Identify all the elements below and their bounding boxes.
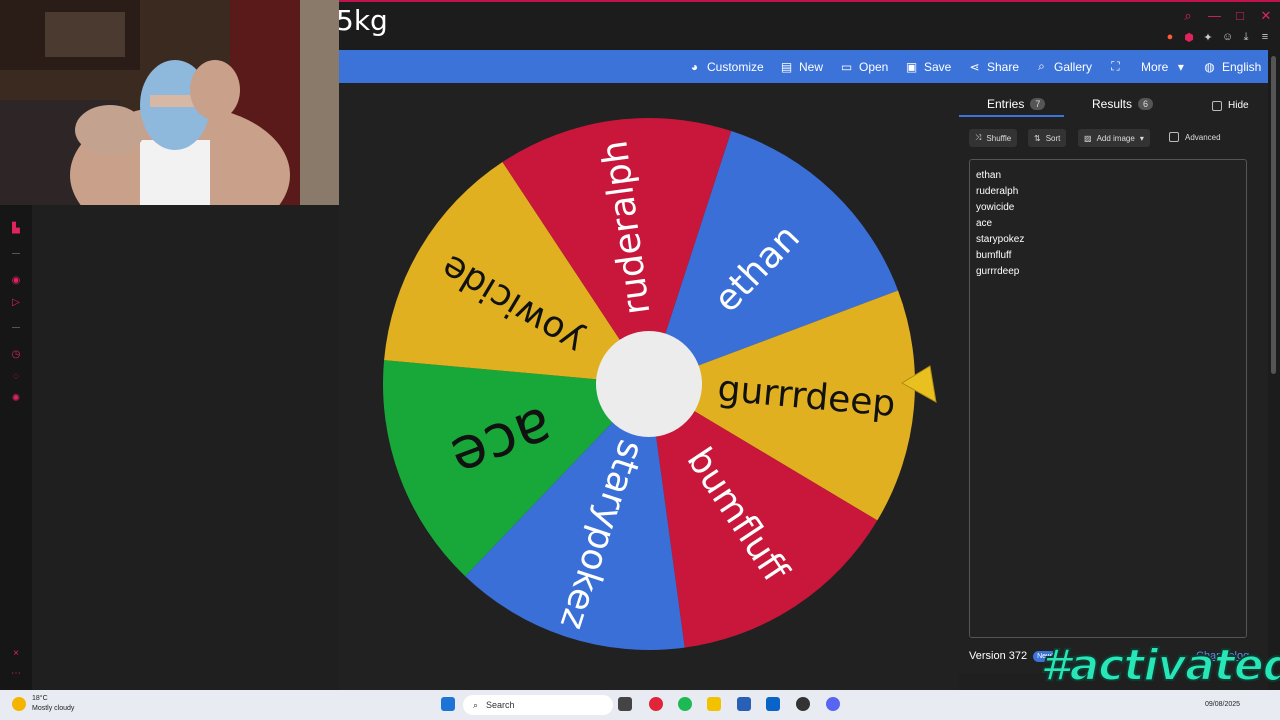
entry-line: starypokez	[976, 234, 1025, 245]
entries-panel: Entries 7 Results 6 Hide ⤨ Shuffle ⇅ Sor…	[959, 83, 1268, 673]
wheel-center-hub[interactable]	[596, 331, 702, 437]
taskbar-search[interactable]: ⌕ Search	[463, 695, 613, 715]
start-icon[interactable]	[441, 697, 455, 711]
shuffle-button[interactable]: ⤨ Shuffle	[969, 129, 1018, 147]
opera-icon[interactable]	[649, 697, 663, 711]
left-sidebar: ▙ ◉ ▷ ◷ ◌ ✺ × ⋯	[0, 205, 32, 690]
search-icon: ⌕	[473, 699, 479, 710]
weather-widget[interactable]: 18°C Mostly cloudy	[12, 694, 74, 714]
clock-icon[interactable]: ◷	[10, 349, 22, 361]
hide-checkbox[interactable]: Hide	[1212, 100, 1249, 111]
entry-line: gurrrdeep	[976, 266, 1020, 277]
webcam-image	[0, 0, 339, 205]
obs-icon[interactable]	[796, 697, 810, 711]
screen: 5kg ⌕ — □ ✕ ● ⬢ ✦ ☺ ⤓ ≡ ◕ Customize ▤ Ne…	[0, 0, 1280, 720]
advanced-checkbox[interactable]: Advanced	[1169, 132, 1221, 142]
play-icon[interactable]: ▷	[10, 297, 22, 309]
sort-button[interactable]: ⇅ Sort	[1028, 129, 1067, 147]
page-scrollbar[interactable]	[1268, 50, 1280, 690]
entry-line: ace	[976, 218, 993, 229]
entry-line: ethan	[976, 170, 1002, 181]
record-icon[interactable]: ◉	[10, 275, 22, 287]
twitch-icon[interactable]: ▙	[10, 223, 22, 235]
more-icon[interactable]: ⋯	[10, 668, 22, 680]
entry-line: ruderalph	[976, 186, 1019, 197]
weather-icon	[12, 697, 26, 711]
checkbox-icon	[1169, 132, 1179, 142]
entries-textarea[interactable]: ethan ruderalph yowicide ace starypokez …	[969, 159, 1247, 638]
gear-icon[interactable]: ✺	[10, 393, 22, 405]
discord-icon[interactable]	[826, 697, 840, 711]
webcam-overlay	[0, 0, 339, 205]
chat-icon[interactable]: ◌	[10, 371, 22, 383]
tab-entries[interactable]: Entries 7	[987, 97, 1046, 111]
tab-results[interactable]: Results 6	[1092, 97, 1154, 111]
spotify-icon[interactable]	[678, 697, 692, 711]
entry-line: yowicide	[976, 202, 1015, 213]
entries-count-badge: 7	[1030, 98, 1046, 110]
account-icon[interactable]: ×	[10, 648, 22, 660]
taskbar-date: 09/08/2025	[1205, 701, 1241, 708]
checkbox-icon	[1212, 100, 1222, 111]
taskbar: 18°C Mostly cloudy ⌕ Search 09/08/2025	[0, 690, 1280, 720]
task-view-icon[interactable]	[618, 697, 632, 711]
scrollbar-thumb[interactable]	[1271, 56, 1276, 374]
active-tab-indicator	[959, 115, 1064, 117]
image-icon: ▨	[1084, 133, 1092, 143]
results-count-badge: 6	[1138, 98, 1154, 110]
outlook-icon[interactable]	[766, 697, 780, 711]
shuffle-icon: ⤨	[975, 133, 982, 142]
divider	[12, 253, 20, 254]
add-image-button[interactable]: ▨ Add image ▾	[1078, 129, 1150, 147]
file-explorer-icon[interactable]	[707, 697, 721, 711]
stream-overlay-tag: #activated	[1039, 639, 1280, 692]
divider	[12, 327, 20, 328]
entry-line: bumfluff	[976, 250, 1012, 261]
chevron-down-icon: ▾	[1139, 133, 1144, 143]
sort-icon: ⇅	[1034, 133, 1041, 143]
store-icon[interactable]	[737, 697, 751, 711]
